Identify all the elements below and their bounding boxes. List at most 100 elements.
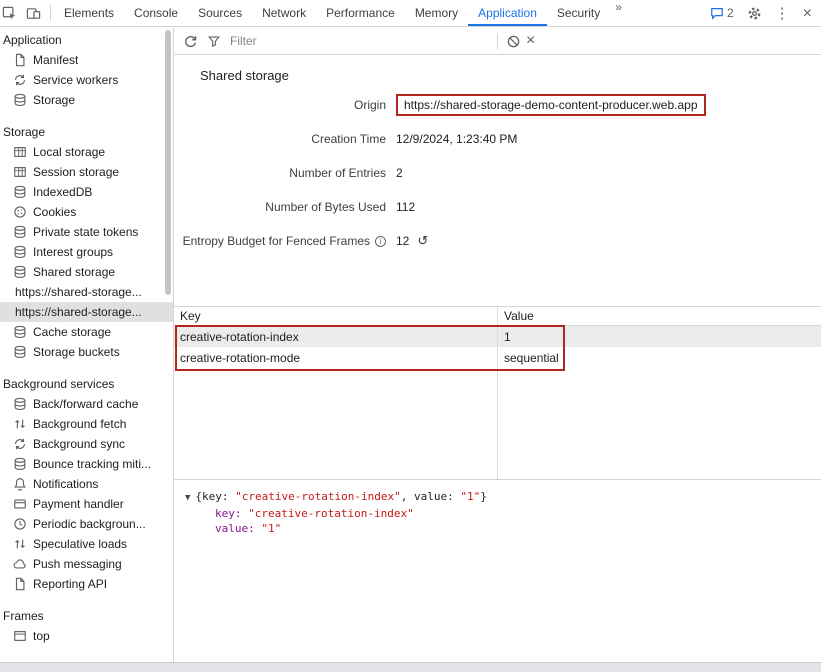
sidebar-item-label: Storage buckets [33,345,120,359]
column-divider[interactable] [497,307,498,479]
reset-budget-icon[interactable]: ↺ [417,233,428,249]
tab-elements[interactable]: Elements [54,0,124,26]
sidebar-item-cookies[interactable]: Cookies [0,202,173,222]
sidebar-item-storage[interactable]: Storage [0,90,173,110]
preview-property: key: "creative-rotation-index" [215,506,821,521]
sidebar-item-back-forward-cache[interactable]: Back/forward cache [0,394,173,414]
device-toolbar-icon[interactable] [26,6,41,21]
sidebar-item-label: IndexedDB [33,185,92,199]
service-worker-icon [13,73,27,87]
tab-performance[interactable]: Performance [316,0,405,26]
field-creation-time: Creation Time 12/9/2024, 1:23:40 PM [174,122,821,156]
sidebar-item-cache-storage[interactable]: Cache storage [0,322,173,342]
settings-gear-icon[interactable] [747,6,762,21]
cell-key: creative-rotation-index [174,330,497,344]
column-header-value[interactable]: Value [497,309,821,323]
sidebar-item-interest-groups[interactable]: Interest groups [0,242,173,262]
info-icon[interactable]: i [375,236,386,247]
field-label: Number of Entries [174,166,386,180]
sidebar-item-label: Local storage [33,145,105,159]
sidebar-section-frames: Frames [0,606,173,626]
tab-sources[interactable]: Sources [188,0,252,26]
preview-property: value: "1" [215,521,821,536]
sidebar-item-shared-storage-origin-1[interactable]: https://shared-storage... [0,282,173,302]
sidebar-item-storage-buckets[interactable]: Storage buckets [0,342,173,362]
field-entropy-budget: Entropy Budget for Fenced Framesi 12 ↺ [174,224,821,258]
sidebar-item-push-messaging[interactable]: Push messaging [0,554,173,574]
sidebar-item-payment-handler[interactable]: Payment handler [0,494,173,514]
origin-value-highlighted: https://shared-storage-demo-content-prod… [396,94,706,116]
sidebar-item-service-workers[interactable]: Service workers [0,70,173,90]
horizontal-scrollbar[interactable] [0,662,821,672]
database-icon [13,185,27,199]
preview-string: "creative-rotation-index" [235,490,401,503]
toolbar-divider [497,33,498,49]
sidebar-section-application: Application [0,30,173,50]
sidebar-item-background-fetch[interactable]: Background fetch [0,414,173,434]
sidebar-item-label: Shared storage [33,265,115,279]
sidebar-item-indexeddb[interactable]: IndexedDB [0,182,173,202]
sidebar-item-label: Cookies [33,205,76,219]
sidebar-item-label: Bounce tracking miti... [33,457,151,471]
sidebar-item-label: Private state tokens [33,225,138,239]
bell-icon [13,477,27,491]
tab-security[interactable]: Security [547,0,610,26]
entropy-value: 12 [396,234,409,248]
filter-funnel-icon [207,34,221,48]
sidebar-item-label: Storage [33,93,75,107]
preview-summary-line: ▼{key: "creative-rotation-index", value:… [185,489,821,506]
cookie-icon [13,205,27,219]
database-icon [13,345,27,359]
sidebar-item-reporting-api[interactable]: Reporting API [0,574,173,594]
tabbar-divider [50,5,51,21]
kebab-menu-icon[interactable]: ⋮ [775,6,790,21]
payment-card-icon [13,497,27,511]
tab-network[interactable]: Network [252,0,316,26]
sidebar-item-manifest[interactable]: Manifest [0,50,173,70]
cloud-icon [13,557,27,571]
cell-key: creative-rotation-mode [174,351,497,365]
sidebar-scrollbar-thumb[interactable] [165,30,171,295]
delete-all-icon[interactable] [506,34,521,49]
cell-value: 1 [497,330,821,344]
property-name: value: [215,522,261,535]
sidebar-item-label: Periodic backgroun... [33,517,146,531]
column-header-key[interactable]: Key [174,309,497,323]
tab-console[interactable]: Console [124,0,188,26]
table-grid-icon [13,165,27,179]
page-title: Shared storage [200,68,821,83]
preview-text: } [480,490,487,503]
close-devtools-icon[interactable]: × [803,6,812,21]
database-icon [13,457,27,471]
sidebar-item-local-storage[interactable]: Local storage [0,142,173,162]
cell-value: sequential [497,351,821,365]
caret-down-icon[interactable]: ▼ [185,493,190,503]
sidebar-item-shared-storage-origin-2[interactable]: https://shared-storage... [0,302,173,322]
sidebar-item-session-storage[interactable]: Session storage [0,162,173,182]
sidebar-item-label: Notifications [33,477,98,491]
sidebar-item-label: Manifest [33,53,78,67]
sidebar-item-shared-storage[interactable]: Shared storage [0,262,173,282]
sidebar-item-periodic-background-sync[interactable]: Periodic backgroun... [0,514,173,534]
sidebar-item-private-state-tokens[interactable]: Private state tokens [0,222,173,242]
issues-counter[interactable]: 2 [710,6,734,20]
sidebar-item-speculative-loads[interactable]: Speculative loads [0,534,173,554]
delete-selected-icon[interactable]: × [526,33,535,48]
inspect-element-icon[interactable] [2,6,17,21]
more-tabs-button[interactable]: » [610,0,627,26]
sidebar-item-top-frame[interactable]: top [0,626,173,646]
frame-icon [13,629,27,643]
tab-memory[interactable]: Memory [405,0,468,26]
tab-application[interactable]: Application [468,0,547,26]
up-down-arrows-icon [13,537,27,551]
database-icon [13,397,27,411]
devtools-tabbar: Elements Console Sources Network Perform… [0,0,821,27]
preview-string: "1" [460,490,480,503]
filter-input[interactable] [230,34,460,48]
shared-storage-panel: × Shared storage Origin https://shared-s… [174,28,821,662]
refresh-icon[interactable] [183,34,198,49]
sidebar-item-bounce-tracking[interactable]: Bounce tracking miti... [0,454,173,474]
property-name: key: [215,507,248,520]
sidebar-item-notifications[interactable]: Notifications [0,474,173,494]
sidebar-item-background-sync[interactable]: Background sync [0,434,173,454]
